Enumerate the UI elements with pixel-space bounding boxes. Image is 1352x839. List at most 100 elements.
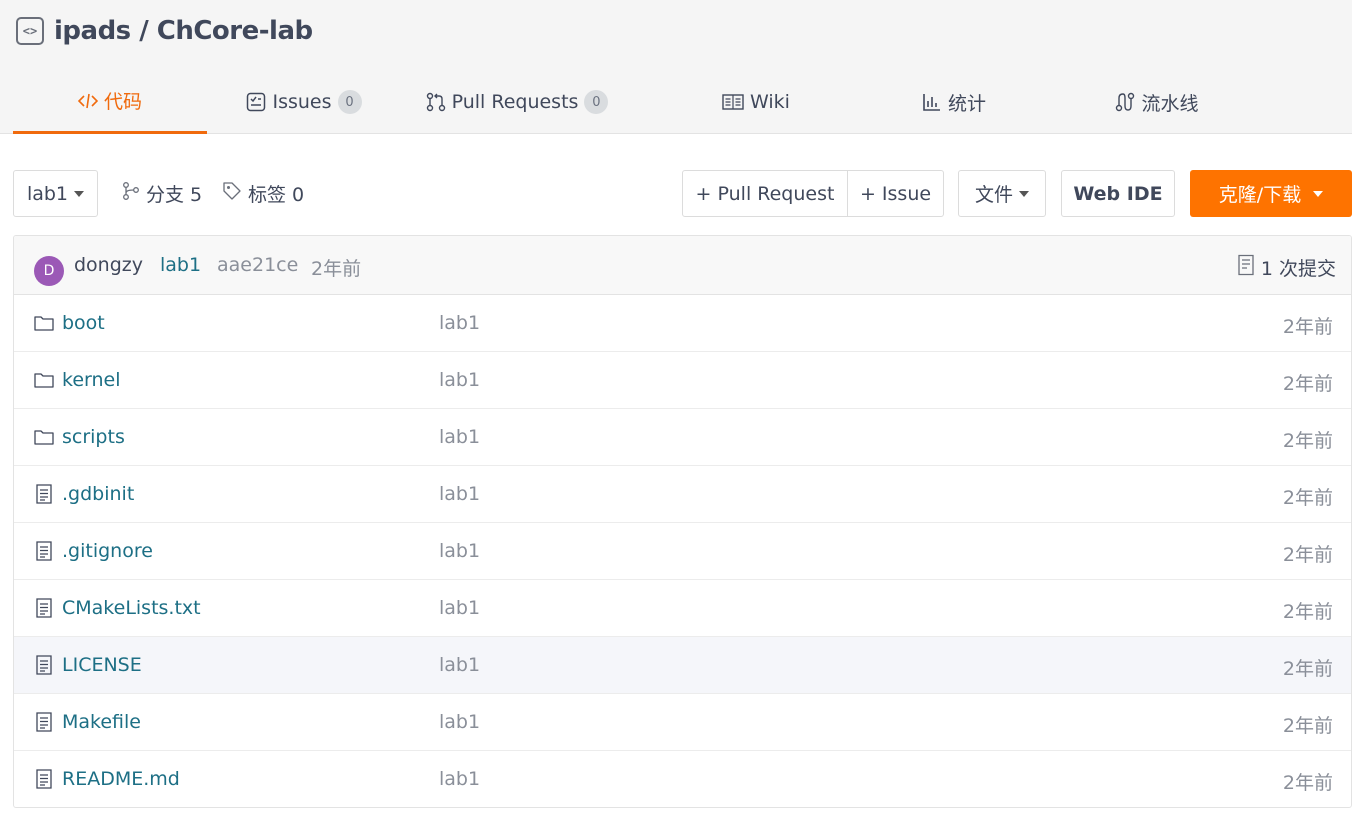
chevron-down-icon — [1313, 190, 1324, 197]
avatar[interactable]: D — [34, 256, 64, 286]
file-name-link[interactable]: kernel — [62, 369, 121, 391]
file-commit-time: 2年前 — [1282, 430, 1333, 452]
clone-download-button[interactable]: 克隆/下载 — [1190, 170, 1352, 217]
repo-tabs: 代码 Issues 0 Pull Requests 0 Wiki 统计 流水线 — [13, 70, 1285, 134]
file-commit-message[interactable]: lab1 — [439, 711, 480, 733]
tab-issues[interactable]: Issues 0 — [207, 70, 401, 134]
branch-select-value: lab1 — [26, 182, 69, 205]
latest-commit-bar: D dongzy lab1 aae21ce 2年前 1 次提交 — [14, 236, 1351, 295]
tab-statistics[interactable]: 统计 — [879, 70, 1029, 134]
new-issue-button[interactable]: + Issue — [847, 171, 943, 216]
tab-label: Wiki — [750, 91, 790, 113]
commits-count-link[interactable]: 1 次提交 — [1237, 254, 1336, 281]
commit-author[interactable]: dongzy — [74, 254, 143, 276]
tab-label: Pull Requests — [451, 91, 579, 113]
commit-count-label: 1 次提交 — [1260, 258, 1336, 280]
file-commit-time: 2年前 — [1282, 316, 1333, 338]
issues-icon — [246, 92, 266, 112]
file-commit-time: 2年前 — [1282, 373, 1333, 395]
file-commit-time: 2年前 — [1282, 772, 1333, 794]
file-row[interactable]: .gitignore lab1 2年前 — [14, 523, 1351, 580]
file-icon — [34, 484, 54, 504]
file-menu-label: 文件 — [974, 184, 1013, 206]
tags-link[interactable]: 标签 0 — [222, 170, 304, 217]
issues-count-badge: 0 — [337, 90, 362, 114]
file-commit-message[interactable]: lab1 — [439, 597, 480, 619]
tab-pull-requests[interactable]: Pull Requests 0 — [401, 70, 633, 134]
clone-download-label: 克隆/下载 — [1218, 184, 1302, 206]
file-name-link[interactable]: README.md — [62, 768, 180, 790]
branches-count: 分支 5 — [146, 184, 203, 206]
file-commit-message[interactable]: lab1 — [439, 312, 480, 334]
folder-icon — [34, 427, 54, 447]
file-row[interactable]: Makefile lab1 2年前 — [14, 694, 1351, 751]
file-name-link[interactable]: scripts — [62, 426, 125, 448]
tab-wiki[interactable]: Wiki — [633, 70, 879, 134]
create-button-group: + Pull Request + Issue — [682, 170, 944, 217]
file-name-link[interactable]: boot — [62, 312, 105, 334]
commit-sha[interactable]: aae21ce — [217, 254, 298, 276]
file-commit-message[interactable]: lab1 — [439, 483, 480, 505]
file-commit-time: 2年前 — [1282, 601, 1333, 623]
file-name-link[interactable]: CMakeLists.txt — [62, 597, 201, 619]
commit-branch[interactable]: lab1 — [160, 254, 201, 276]
code-icon: <> — [16, 17, 44, 45]
file-commit-message[interactable]: lab1 — [439, 654, 480, 676]
file-icon — [34, 655, 54, 675]
chevron-down-icon — [74, 190, 85, 197]
branch-icon — [122, 181, 140, 206]
tag-icon — [222, 181, 242, 206]
file-name-link[interactable]: LICENSE — [62, 654, 142, 676]
repo-toolbar: lab1 分支 5 标签 0 + Pull Request + Issue 文件… — [13, 170, 1352, 217]
file-icon — [34, 541, 54, 561]
branches-link[interactable]: 分支 5 — [122, 170, 202, 217]
tab-label: Issues — [272, 91, 332, 113]
file-commit-message[interactable]: lab1 — [439, 768, 480, 790]
repo-title-bar: <> ipads / ChCore-lab — [16, 14, 313, 48]
file-commit-message[interactable]: lab1 — [439, 540, 480, 562]
commit-time: 2年前 — [311, 258, 362, 280]
file-row[interactable]: kernel lab1 2年前 — [14, 352, 1351, 409]
file-row[interactable]: .gdbinit lab1 2年前 — [14, 466, 1351, 523]
pull-request-icon — [426, 92, 446, 112]
file-commit-time: 2年前 — [1282, 487, 1333, 509]
tab-code[interactable]: 代码 — [13, 70, 207, 134]
tab-label: 统计 — [947, 92, 986, 115]
file-commit-time: 2年前 — [1282, 715, 1333, 737]
pull-requests-count-badge: 0 — [584, 90, 609, 114]
repo-header: <> ipads / ChCore-lab 代码 Issues 0 Pull R… — [0, 0, 1352, 134]
tags-count: 标签 0 — [248, 184, 305, 206]
file-name-link[interactable]: Makefile — [62, 711, 141, 733]
file-name-link[interactable]: .gitignore — [62, 540, 153, 562]
code-icon — [77, 91, 98, 111]
file-row[interactable]: scripts lab1 2年前 — [14, 409, 1351, 466]
file-row[interactable]: README.md lab1 2年前 — [14, 751, 1351, 807]
folder-icon — [34, 313, 54, 333]
new-pull-request-button[interactable]: + Pull Request — [683, 171, 847, 216]
folder-icon — [34, 370, 54, 390]
tab-label: 代码 — [103, 91, 142, 113]
file-row[interactable]: CMakeLists.txt lab1 2年前 — [14, 580, 1351, 637]
file-icon — [34, 769, 54, 789]
file-commit-time: 2年前 — [1282, 658, 1333, 680]
file-row[interactable]: boot lab1 2年前 — [14, 295, 1351, 352]
chevron-down-icon — [1019, 190, 1029, 197]
file-commit-time: 2年前 — [1282, 544, 1333, 566]
branch-select[interactable]: lab1 — [13, 170, 98, 217]
pipeline-icon — [1115, 92, 1135, 112]
file-icon — [34, 712, 54, 732]
commit-list-icon — [1237, 254, 1255, 281]
web-ide-button[interactable]: Web IDE — [1061, 170, 1175, 217]
tab-pipeline[interactable]: 流水线 — [1029, 70, 1285, 134]
file-commit-message[interactable]: lab1 — [439, 426, 480, 448]
file-name-link[interactable]: .gdbinit — [62, 483, 134, 505]
file-icon — [34, 598, 54, 618]
book-icon — [722, 92, 744, 112]
repo-title[interactable]: ipads / ChCore-lab — [54, 16, 313, 46]
file-commit-message[interactable]: lab1 — [439, 369, 480, 391]
file-list: D dongzy lab1 aae21ce 2年前 1 次提交 boot lab… — [13, 235, 1352, 808]
file-row[interactable]: LICENSE lab1 2年前 — [14, 637, 1351, 694]
chart-icon — [922, 92, 942, 112]
tab-label: 流水线 — [1141, 92, 1199, 115]
file-menu-button[interactable]: 文件 — [958, 170, 1046, 217]
